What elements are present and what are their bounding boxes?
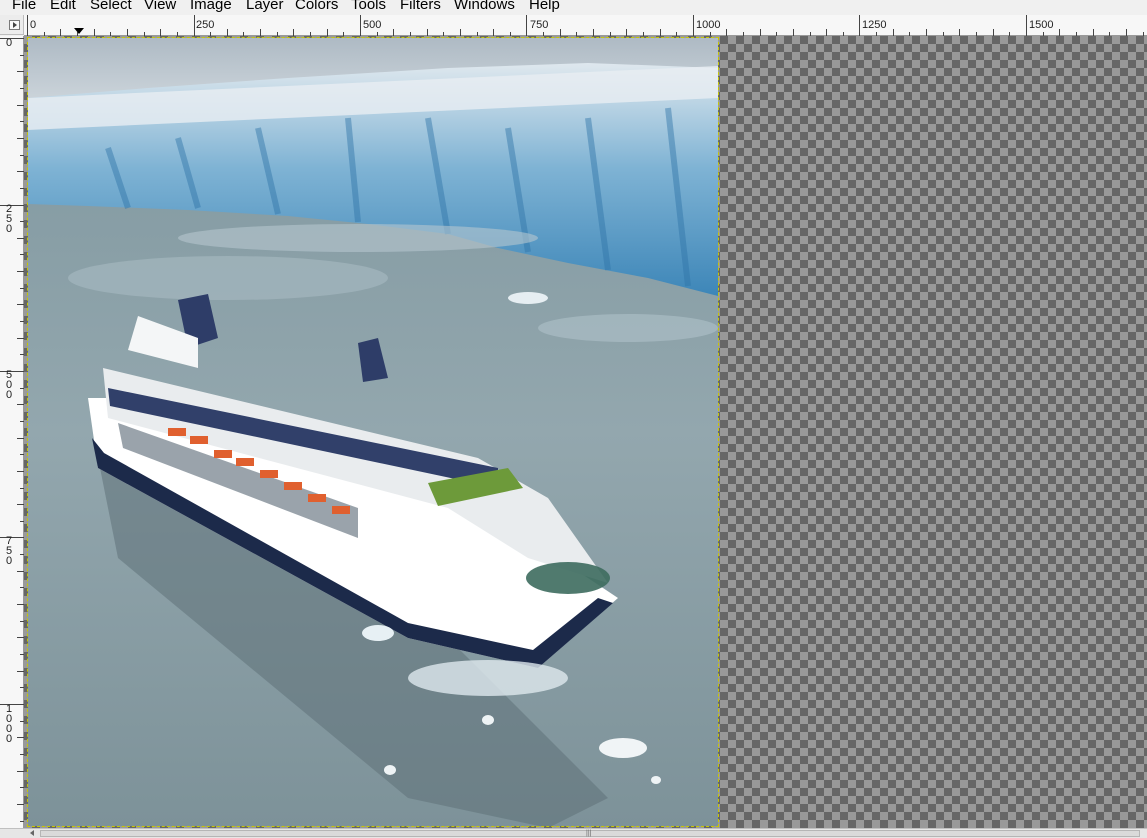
menu-windows[interactable]: Windows [454,0,515,15]
menu-colors[interactable]: Colors [295,0,338,15]
horizontal-ruler[interactable]: 0 250 500 750 1000 1250 1500 [24,15,1147,36]
grip-icon: ||| [586,830,592,837]
menu-help[interactable]: Help [529,0,560,15]
image-layer-cruise-ship[interactable] [27,37,719,827]
menu-filters[interactable]: Filters [400,0,441,15]
menu-view[interactable]: View [144,0,176,15]
ruler-corner [0,15,24,35]
horizontal-scrollbar[interactable]: ||| [0,828,1147,838]
vruler-label: 750 [6,535,13,567]
vruler-label: 250 [6,203,13,235]
arrow-left-icon[interactable] [30,830,34,836]
hruler-label: 500 [363,19,381,31]
menu-tools[interactable]: Tools [351,0,386,15]
menu-file[interactable]: File [12,0,36,15]
vertical-ruler[interactable]: 0 250 500 750 1000 [0,36,24,828]
hruler-label: 1500 [1029,19,1053,31]
menu-layer[interactable]: Layer [246,0,284,15]
menu-bar: File Edit Select View Image Layer Colors… [0,0,1147,15]
menu-image[interactable]: Image [190,0,232,15]
vruler-label: 500 [6,369,13,401]
triangle-right-icon[interactable] [9,20,20,30]
hruler-label: 750 [530,19,548,31]
hruler-label: 0 [30,19,36,31]
photo-cruise-ship-glacier [28,38,718,826]
vruler-label: 0 [6,37,13,49]
hruler-label: 1000 [696,19,720,31]
horizontal-ruler-ticks: 0 250 500 750 1000 1250 1500 [27,15,1144,36]
canvas[interactable] [24,36,1147,828]
menu-select[interactable]: Select [90,0,132,15]
menu-edit[interactable]: Edit [50,0,76,15]
pointer-marker [74,28,84,34]
hruler-label: 1250 [862,19,886,31]
vruler-label: 1000 [6,703,13,745]
hruler-label: 250 [196,19,214,31]
